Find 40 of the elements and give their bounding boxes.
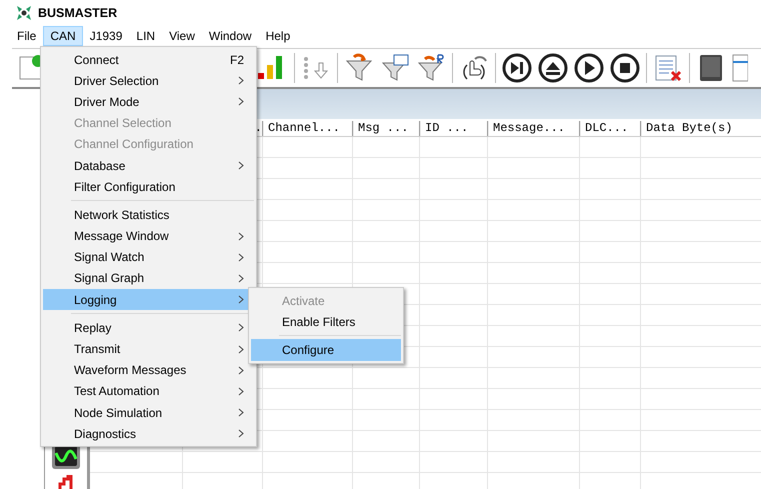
eject-icon[interactable] xyxy=(538,53,568,83)
menu-bar-item[interactable]: LIN xyxy=(129,26,162,46)
menu-item[interactable]: Filter Configuration xyxy=(43,176,254,198)
filter-icon[interactable] xyxy=(344,53,374,83)
menu-item[interactable]: Node Simulation xyxy=(43,402,254,424)
column-header[interactable]: Message... xyxy=(488,121,580,136)
list-icon[interactable] xyxy=(732,53,748,83)
menu-item[interactable]: Driver Mode xyxy=(43,91,254,113)
menu-item[interactable]: Database xyxy=(43,154,254,176)
step-icon[interactable] xyxy=(502,53,532,83)
menu-bar-item[interactable]: CAN xyxy=(43,26,83,46)
stop-icon[interactable] xyxy=(610,53,640,83)
menu-item[interactable]: Driver Selection xyxy=(43,70,254,92)
menu-item[interactable]: Diagnostics xyxy=(43,423,254,444)
column-header[interactable]: DLC... xyxy=(580,121,641,136)
menu-bar-item[interactable]: Window xyxy=(202,26,259,46)
column-header[interactable]: Msg ... xyxy=(353,121,420,136)
menu-item[interactable]: Network Statistics xyxy=(43,204,254,226)
column-header[interactable]: Data Byte(s) xyxy=(641,121,761,136)
filter-icon[interactable] xyxy=(416,53,446,83)
app-logo-icon xyxy=(16,5,32,21)
menu-bar-item[interactable]: View xyxy=(162,26,202,46)
menu-item[interactable]: Connect F2 xyxy=(43,49,254,70)
menu-bar-item[interactable]: J1939 xyxy=(82,26,130,46)
menu-item[interactable]: Configure xyxy=(251,339,401,361)
window-title: BUSMASTER xyxy=(38,6,118,20)
menu-item[interactable]: Test Automation xyxy=(43,380,254,402)
column-header[interactable]: ID ... xyxy=(420,121,488,136)
menu-item[interactable]: Signal Graph xyxy=(43,268,254,290)
menu-bar-item[interactable]: File xyxy=(10,26,44,46)
menu-item[interactable]: Message Window xyxy=(43,226,254,247)
menu-item[interactable]: Enable Filters xyxy=(251,311,401,332)
play-icon[interactable] xyxy=(574,53,604,83)
bar-chart-icon[interactable] xyxy=(58,475,74,489)
column-header[interactable]: Channel... xyxy=(263,121,353,136)
clear-list-icon[interactable] xyxy=(653,53,683,83)
menu-item[interactable]: Signal Watch xyxy=(43,246,254,268)
menu-item[interactable]: Waveform Messages xyxy=(43,360,254,381)
filter-list-icon[interactable] xyxy=(380,53,410,83)
menu-bar-item[interactable]: Help xyxy=(258,26,298,46)
